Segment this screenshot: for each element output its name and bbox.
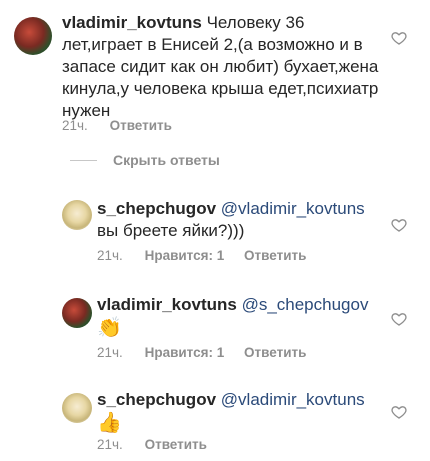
divider-line <box>70 159 97 161</box>
reply-username[interactable]: s_chepchugov <box>97 390 216 409</box>
reply-time: 21ч. <box>97 437 123 452</box>
reply-button[interactable]: Ответить <box>244 248 306 263</box>
reply-mention[interactable]: @vladimir_kovtuns <box>221 199 365 218</box>
reply-item: s_chepchugov @vladimir_kovtuns вы бреете… <box>0 190 430 270</box>
heart-outline-icon[interactable] <box>391 404 407 420</box>
reply-body: вы бреете яйки?))) <box>97 221 245 240</box>
reply-time: 21ч. <box>97 345 123 360</box>
likes-count[interactable]: Нравится: 1 <box>145 345 225 360</box>
reply-mention[interactable]: @s_chepchugov <box>242 295 369 314</box>
reply-meta: 21ч. Нравится: 1 Ответить <box>97 345 306 360</box>
reply-button[interactable]: Ответить <box>244 345 306 360</box>
reply-mention[interactable]: @vladimir_kovtuns <box>221 390 365 409</box>
avatar[interactable] <box>62 393 92 423</box>
reply-username[interactable]: s_chepchugov <box>97 199 216 218</box>
reply-username[interactable]: vladimir_kovtuns <box>97 295 237 314</box>
avatar[interactable] <box>62 200 92 230</box>
reply-body-emoji: 👏 <box>97 317 122 339</box>
comment-username[interactable]: vladimir_kovtuns <box>62 13 202 32</box>
heart-outline-icon[interactable] <box>391 311 407 327</box>
likes-count[interactable]: Нравится: 1 <box>145 248 225 263</box>
reply-meta: 21ч. Ответить <box>97 437 207 452</box>
heart-outline-icon[interactable] <box>391 217 407 233</box>
reply-text: s_chepchugov @vladimir_kovtuns вы бреете… <box>97 198 377 242</box>
comment-meta: 21ч. Ответить <box>62 118 172 133</box>
reply-item: s_chepchugov @vladimir_kovtuns 👍 21ч. От… <box>0 385 430 461</box>
hide-replies-button[interactable]: Скрыть ответы <box>70 152 220 168</box>
reply-button[interactable]: Ответить <box>110 118 172 133</box>
reply-item: vladimir_kovtuns @s_chepchugov 👏 21ч. Нр… <box>0 290 430 370</box>
comment-main: vladimir_kovtuns Человеку 36 лет,играет … <box>0 0 430 140</box>
reply-text: s_chepchugov @vladimir_kovtuns 👍 <box>97 389 377 435</box>
avatar[interactable] <box>62 298 92 328</box>
avatar[interactable] <box>14 17 52 55</box>
reply-time: 21ч. <box>97 248 123 263</box>
reply-meta: 21ч. Нравится: 1 Ответить <box>97 248 306 263</box>
reply-button[interactable]: Ответить <box>145 437 207 452</box>
reply-text: vladimir_kovtuns @s_chepchugov 👏 <box>97 294 377 340</box>
comment-time: 21ч. <box>62 118 88 133</box>
reply-body-emoji: 👍 <box>97 412 122 434</box>
comment-text: vladimir_kovtuns Человеку 36 лет,играет … <box>62 12 382 122</box>
hide-replies-label: Скрыть ответы <box>113 152 220 168</box>
heart-outline-icon[interactable] <box>391 30 407 46</box>
